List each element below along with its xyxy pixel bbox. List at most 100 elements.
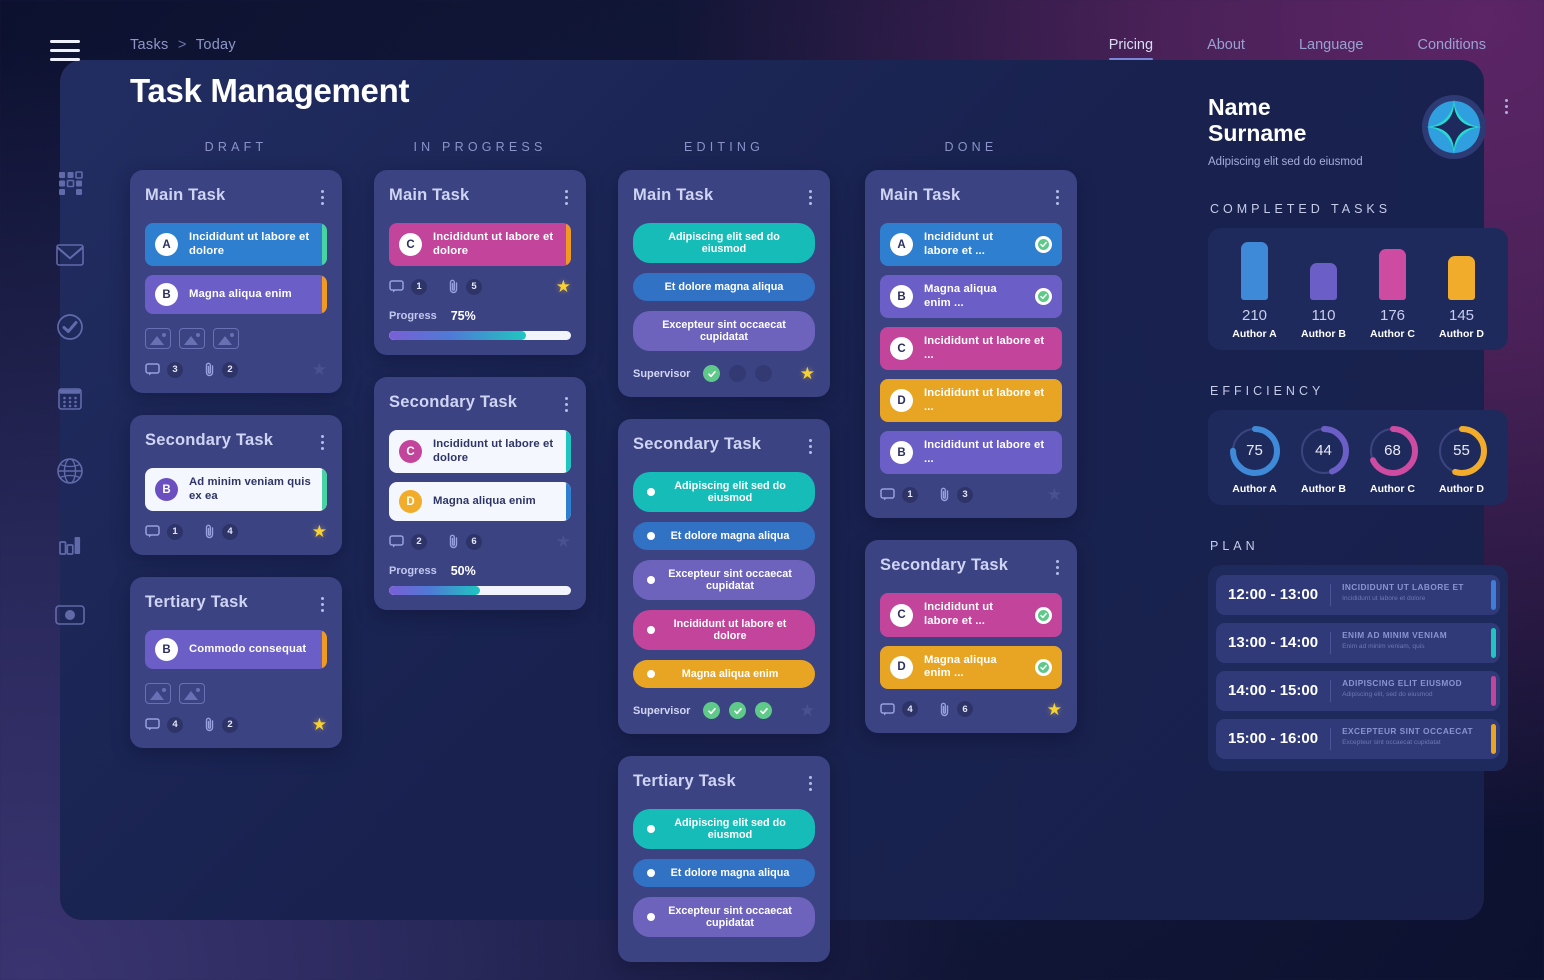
menu-toggle-icon[interactable] <box>50 40 80 61</box>
nav-item-about[interactable]: About <box>1207 33 1245 60</box>
task-item[interactable]: A Incididunt ut labore et dolore <box>145 223 327 267</box>
progress-label-row: Progress 50% <box>389 564 571 578</box>
supervisor-approved-icon[interactable] <box>703 365 721 382</box>
supervisor-approved-icon[interactable] <box>729 702 747 719</box>
avatar[interactable] <box>1422 95 1486 164</box>
nav-item-pricing[interactable]: Pricing <box>1108 33 1154 60</box>
card-menu-icon[interactable] <box>562 393 571 416</box>
task-card[interactable]: Main Task C Incididunt ut labore et dolore… <box>374 170 586 356</box>
favorite-star-icon[interactable]: ★ <box>556 533 571 550</box>
favorite-star-icon[interactable]: ★ <box>1047 701 1062 718</box>
task-chip[interactable]: Excepteur sint occaecat cupidatat <box>633 311 815 351</box>
task-item[interactable]: B Magna aliqua enim ... <box>880 275 1062 319</box>
task-chip[interactable]: Et dolore magna aliqua <box>633 859 815 887</box>
supervisor-approved-icon[interactable] <box>755 702 773 719</box>
task-item[interactable]: B Commodo consequat <box>145 630 327 670</box>
favorite-star-icon[interactable]: ★ <box>800 702 815 719</box>
task-chip[interactable]: Excepteur sint occaecat cupidatat <box>633 897 815 937</box>
plan-row[interactable]: 15:00 - 16:00 EXCEPTEUR SINT OCCAECAT Exce… <box>1216 718 1500 759</box>
favorite-star-icon[interactable]: ★ <box>800 365 815 382</box>
globe-icon[interactable] <box>55 456 85 486</box>
bar-chart-icon[interactable] <box>55 528 85 558</box>
card-title: Main Task <box>145 186 226 204</box>
grid-icon[interactable] <box>55 168 85 198</box>
task-item-label: Incididunt ut labore et ... <box>924 439 1045 465</box>
nav-item-conditions[interactable]: Conditions <box>1417 33 1486 60</box>
task-card[interactable]: Tertiary Task Adipiscing elit sed do eius… <box>618 756 830 962</box>
task-item[interactable]: C Incididunt ut labore et dolore <box>389 223 571 267</box>
task-chip[interactable]: Incididunt ut labore et dolore <box>633 610 815 650</box>
task-avatar: B <box>155 478 178 502</box>
task-card[interactable]: Secondary Task B Ad minim veniam quis ex e… <box>130 415 342 556</box>
card-menu-icon[interactable] <box>806 435 815 458</box>
task-card[interactable]: Secondary Task Adipiscing elit sed do eiu… <box>618 419 830 734</box>
favorite-star-icon[interactable]: ★ <box>556 278 571 295</box>
calendar-icon[interactable] <box>55 384 85 414</box>
image-thumbnail-icon[interactable] <box>145 683 171 705</box>
task-item[interactable]: B Magna aliqua enim <box>145 275 327 315</box>
task-item-label: Incididunt ut labore et dolore <box>433 438 554 464</box>
task-card[interactable]: Secondary Task C Incididunt ut labore et d… <box>374 377 586 611</box>
task-item-accent <box>566 223 571 267</box>
task-card[interactable]: Main Task A Incididunt ut labore et dolore… <box>130 170 342 394</box>
plan-row[interactable]: 13:00 - 14:00 ENIM AD MINIM VENIAM Enim ad… <box>1216 622 1500 663</box>
task-item[interactable]: D Magna aliqua enim <box>389 482 571 522</box>
task-chip[interactable]: Excepteur sint occaecat cupidatat <box>633 560 815 600</box>
favorite-star-icon[interactable]: ★ <box>1047 486 1062 503</box>
favorite-star-icon[interactable]: ★ <box>312 523 327 540</box>
task-card[interactable]: Secondary Task C Incididunt ut labore et .… <box>865 540 1077 733</box>
task-card[interactable]: Main Task A Incididunt ut labore et ... B Ma… <box>865 170 1077 519</box>
task-item[interactable]: B Incididunt ut labore et ... <box>880 431 1062 475</box>
card-menu-icon[interactable] <box>562 186 571 209</box>
nav-item-language[interactable]: Language <box>1299 33 1364 60</box>
breadcrumb-current[interactable]: Today <box>196 37 236 53</box>
supervisor-pending-icon[interactable] <box>755 365 773 382</box>
task-item-label: Commodo consequat <box>189 642 307 655</box>
task-chip[interactable]: Adipiscing elit sed do eiusmod <box>633 809 815 849</box>
favorite-star-icon[interactable]: ★ <box>312 716 327 733</box>
task-chip[interactable]: Adipiscing elit sed do eiusmod <box>633 223 815 263</box>
card-menu-icon[interactable] <box>1053 186 1062 209</box>
mail-icon[interactable] <box>55 240 85 270</box>
progress-label-row: Progress 75% <box>389 309 571 323</box>
plan-row[interactable]: 12:00 - 13:00 INCIDIDUNT UT LABORE ET Inci… <box>1216 574 1500 615</box>
task-chip-label: Adipiscing elit sed do eiusmod <box>668 231 780 255</box>
task-chip[interactable]: Et dolore magna aliqua <box>633 273 815 301</box>
task-card[interactable]: Main Task Adipiscing elit sed do eiusmod E… <box>618 170 830 397</box>
supervisor-approved-icon[interactable] <box>703 702 721 719</box>
profile-menu-icon[interactable] <box>1505 99 1508 114</box>
image-thumbnail-icon[interactable] <box>179 328 205 350</box>
column-header: DONE <box>944 140 998 154</box>
task-item[interactable]: C Incididunt ut labore et dolore <box>389 430 571 474</box>
image-thumbnail-icon[interactable] <box>213 328 239 350</box>
progress-value: 50% <box>450 564 476 579</box>
task-item[interactable]: C Incididunt ut labore et ... <box>880 327 1062 371</box>
task-avatar: B <box>155 283 178 307</box>
plan-row[interactable]: 14:00 - 15:00 ADIPISCING ELIT EIUSMOD Adip… <box>1216 670 1500 711</box>
card-menu-icon[interactable] <box>806 772 815 795</box>
task-card[interactable]: Tertiary Task B Commodo consequat 4 2 ★ <box>130 577 342 749</box>
card-menu-icon[interactable] <box>1053 556 1062 579</box>
card-menu-icon[interactable] <box>318 593 327 616</box>
card-menu-icon[interactable] <box>806 186 815 209</box>
toggle-icon[interactable] <box>55 600 85 630</box>
task-chip[interactable]: Et dolore magna aliqua <box>633 522 815 550</box>
task-chip-label: Et dolore magna aliqua <box>670 530 790 542</box>
task-item[interactable]: A Incididunt ut labore et ... <box>880 223 1062 267</box>
card-menu-icon[interactable] <box>318 186 327 209</box>
card-menu-icon[interactable] <box>318 431 327 454</box>
check-circle-icon[interactable] <box>55 312 85 342</box>
image-thumbnail-icon[interactable] <box>179 683 205 705</box>
task-chip[interactable]: Adipiscing elit sed do eiusmod <box>633 472 815 512</box>
task-item[interactable]: C Incididunt ut labore et ... <box>880 593 1062 637</box>
favorite-star-icon[interactable]: ★ <box>312 361 327 378</box>
task-item[interactable]: D Magna aliqua enim ... <box>880 645 1062 689</box>
card-header: Secondary Task <box>633 435 815 458</box>
task-item[interactable]: D Incididunt ut labore et ... <box>880 379 1062 423</box>
supervisor-pending-icon[interactable] <box>729 365 747 382</box>
breadcrumb-root[interactable]: Tasks <box>130 37 169 53</box>
task-chip[interactable]: Magna aliqua enim <box>633 660 815 688</box>
task-item[interactable]: B Ad minim veniam quis ex ea <box>145 468 327 512</box>
image-thumbnail-icon[interactable] <box>145 328 171 350</box>
plan-accent <box>1491 675 1496 706</box>
